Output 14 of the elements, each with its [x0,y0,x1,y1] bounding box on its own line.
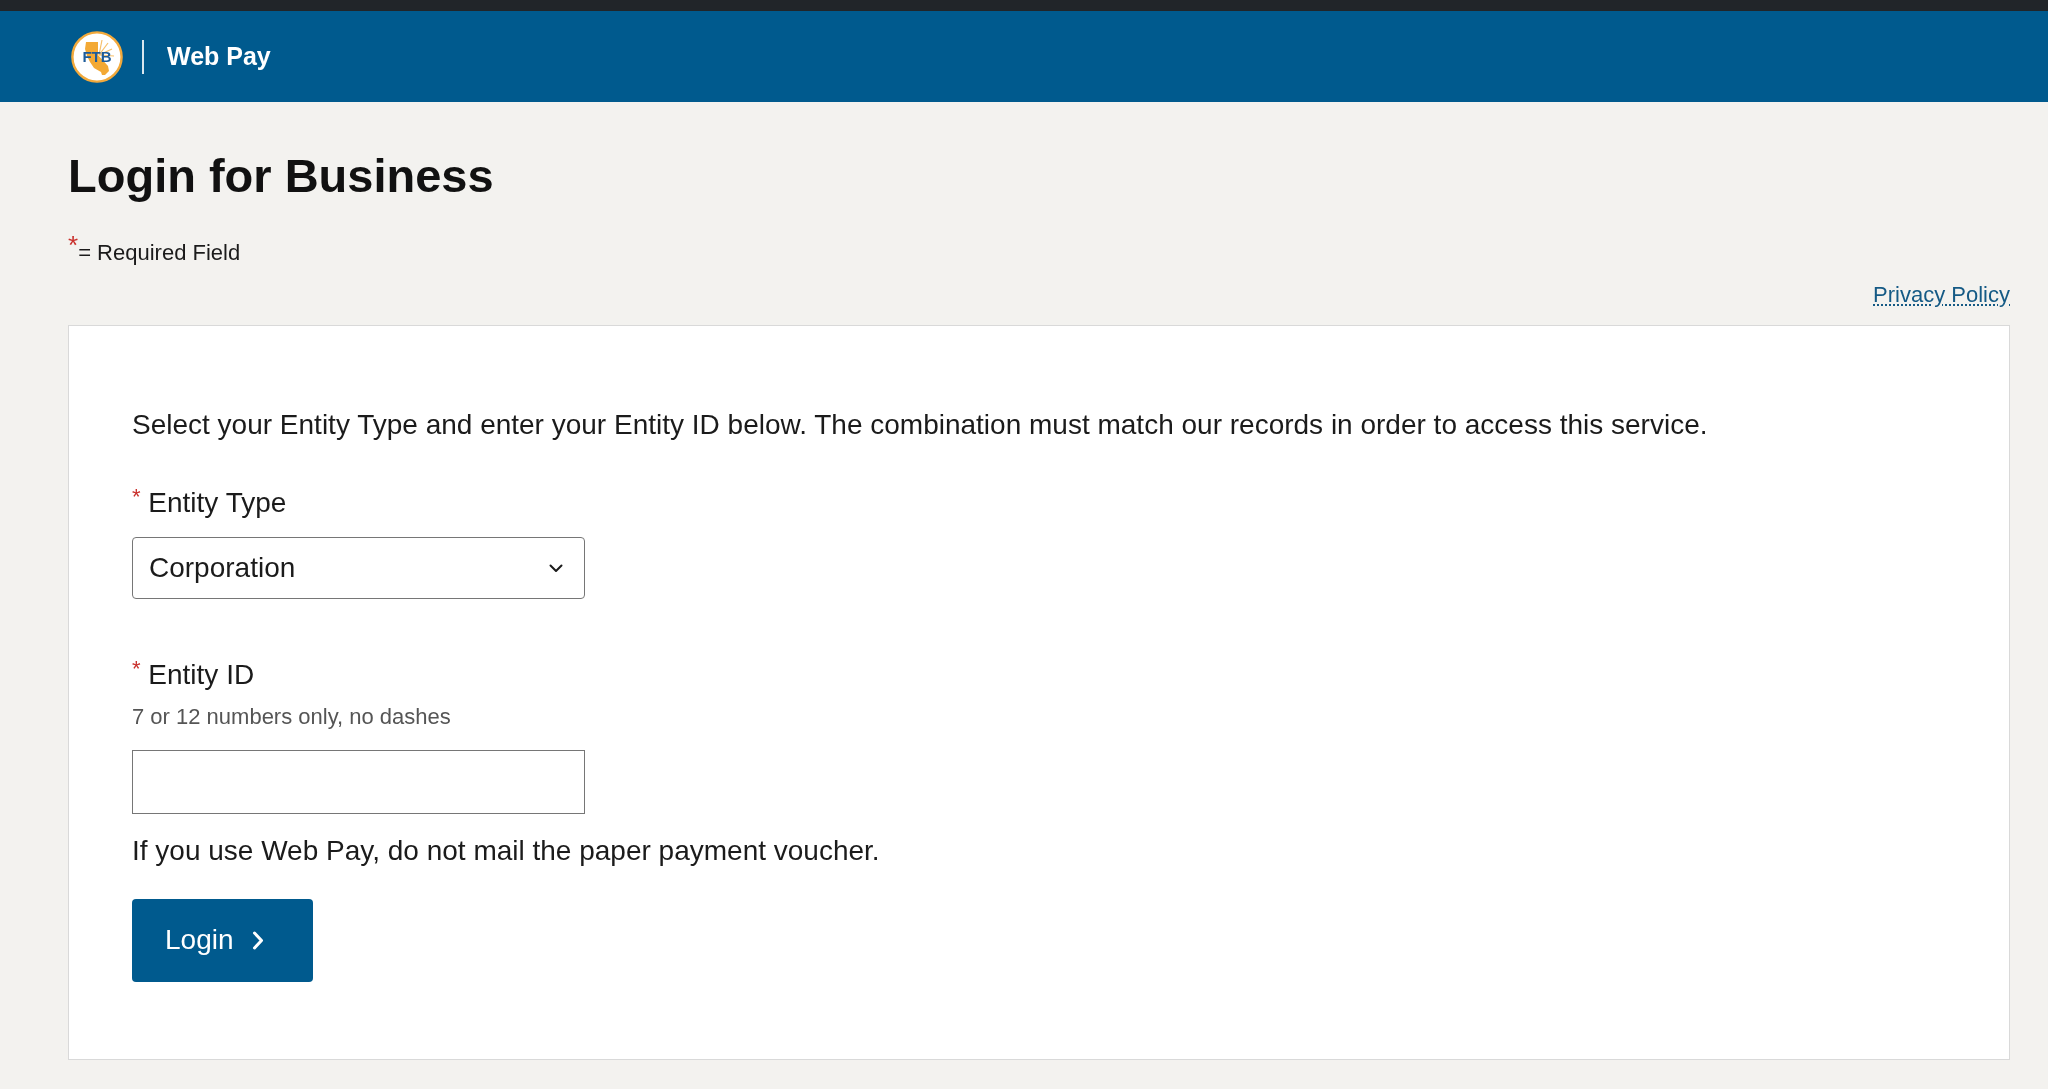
chevron-right-icon [251,930,264,950]
entity-type-select[interactable]: Corporation [132,537,585,600]
field-label: $^{*}$ Entity ID [132,658,255,692]
app-title: Web Pay [167,42,271,71]
instructions-text: Select your Entity Type and enter your Entity ID below. The combination must match our records in order to access this service. [132,408,1709,442]
field-hint: 7 or 12 numbers only, no dashes [132,703,451,731]
page-title: Login for Business [68,148,495,204]
logo: FTB [71,30,123,83]
entity-id-input[interactable] [132,750,585,815]
field-label: $^{*}$ Entity Type [132,485,287,520]
notice-text: If you use Web Pay, do not mail the paper payment voucher. [132,834,881,868]
privacy-policy-link[interactable]: Privacy Policy [1873,281,2010,309]
login-button[interactable]: Login [132,898,313,982]
chevron-down-icon [549,563,563,573]
